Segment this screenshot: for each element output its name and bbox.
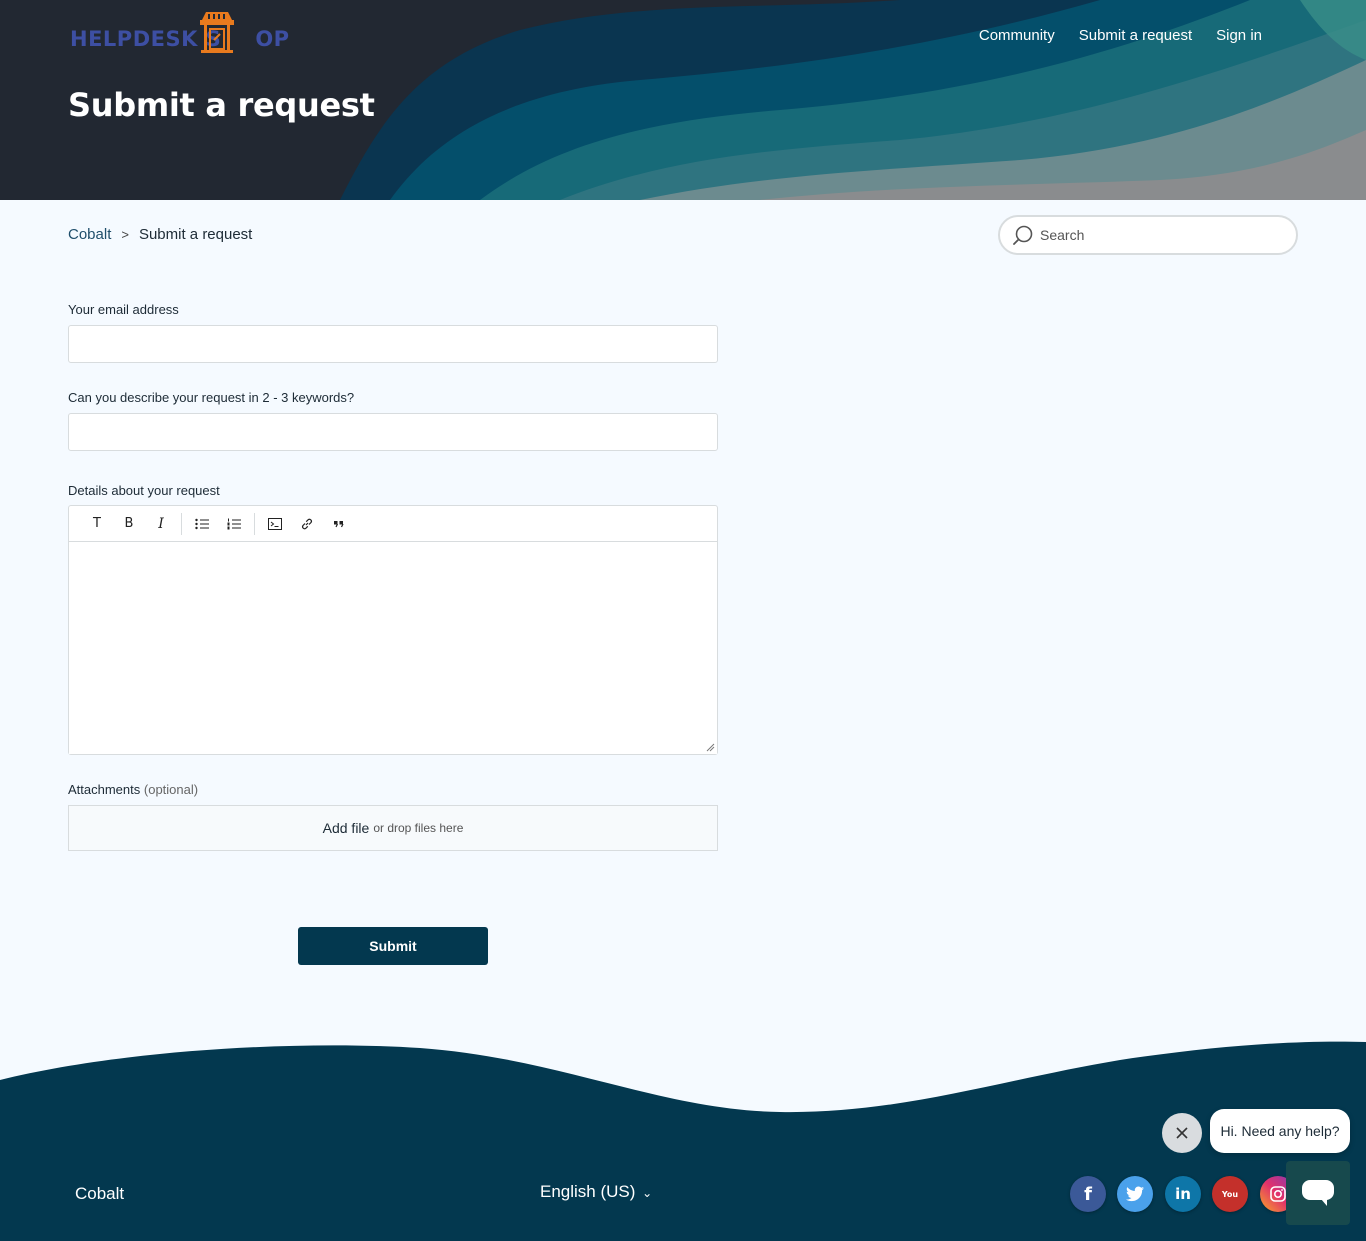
- keywords-label: Can you describe your request in 2 - 3 k…: [68, 390, 355, 405]
- breadcrumb-root[interactable]: Cobalt: [68, 226, 111, 243]
- breadcrumb-current: Submit a request: [138, 226, 253, 243]
- search-input[interactable]: [1040, 227, 1280, 243]
- shop-icon: [200, 12, 234, 53]
- italic-button[interactable]: I: [145, 510, 177, 538]
- bullet-list-button[interactable]: [186, 510, 218, 538]
- helpdesk-shop-logo[interactable]: HELPDESK S OP: [70, 10, 290, 54]
- details-label: Details about your request: [68, 483, 220, 498]
- top-nav: Community Submit a request Sign in: [979, 27, 1262, 44]
- chevron-down-icon: ⌄: [642, 1186, 653, 1200]
- attachments-optional: (optional): [143, 782, 199, 797]
- nav-submit-request[interactable]: Submit a request: [1079, 27, 1192, 44]
- site-header: HELPDESK S OP Community Submit a request …: [0, 0, 1366, 200]
- youtube-icon: You: [1221, 1189, 1239, 1199]
- twitter-icon: [1126, 1186, 1144, 1202]
- facebook-link[interactable]: f: [1070, 1176, 1106, 1212]
- nav-sign-in[interactable]: Sign in: [1216, 27, 1262, 44]
- breadcrumb: Cobalt > Submit a request: [68, 226, 252, 243]
- code-block-icon: [268, 517, 282, 530]
- close-icon: [1176, 1127, 1188, 1139]
- details-editor: T B I: [68, 505, 718, 755]
- twitter-link[interactable]: [1117, 1176, 1153, 1212]
- chat-greeting-bubble[interactable]: Hi. Need any help?: [1210, 1109, 1350, 1153]
- email-label: Your email address: [68, 302, 179, 317]
- quote-icon: [334, 520, 344, 527]
- linkedin-icon: in: [1175, 1185, 1191, 1203]
- logo-text: HELPDESK S OP: [70, 27, 290, 51]
- facebook-icon: f: [1084, 1183, 1092, 1205]
- attachments-label-text: Attachments: [68, 782, 141, 797]
- submit-button[interactable]: Submit: [298, 927, 488, 965]
- numbered-list-icon: [227, 518, 241, 529]
- quote-button[interactable]: [323, 510, 355, 538]
- keywords-field[interactable]: [68, 413, 718, 451]
- text-style-button[interactable]: T: [81, 510, 113, 538]
- bold-button[interactable]: B: [113, 510, 145, 538]
- chat-close-button[interactable]: [1162, 1113, 1202, 1153]
- footer-brand[interactable]: Cobalt: [75, 1184, 124, 1204]
- link-button[interactable]: [291, 510, 323, 538]
- link-icon: [302, 518, 312, 529]
- search-box: [998, 215, 1298, 255]
- drop-files-hint: or drop files here: [373, 821, 464, 835]
- linkedin-link[interactable]: in: [1165, 1176, 1201, 1212]
- breadcrumb-separator: >: [121, 227, 129, 242]
- code-block-button[interactable]: [259, 510, 291, 538]
- youtube-link[interactable]: You: [1212, 1176, 1248, 1212]
- language-selector[interactable]: English (US) ⌄: [540, 1182, 652, 1202]
- numbered-list-button[interactable]: [218, 510, 250, 538]
- search-icon: [1013, 225, 1033, 245]
- chat-launcher-button[interactable]: [1286, 1161, 1350, 1225]
- page-title: Submit a request: [68, 86, 375, 124]
- email-field[interactable]: [68, 325, 718, 363]
- toolbar-divider: [254, 512, 255, 535]
- chat-icon: [1302, 1180, 1334, 1206]
- details-textarea[interactable]: [69, 542, 717, 754]
- footer-wave-background: [0, 1041, 1366, 1241]
- toolbar-divider: [181, 512, 182, 535]
- nav-community[interactable]: Community: [979, 27, 1055, 44]
- attachments-dropzone[interactable]: Add file or drop files here: [68, 805, 718, 851]
- instagram-icon: [1270, 1186, 1286, 1202]
- attachments-label: Attachments (optional): [68, 782, 198, 797]
- bullet-list-icon: [195, 518, 209, 529]
- resize-handle-icon[interactable]: [705, 742, 715, 752]
- language-label: English (US): [540, 1182, 636, 1201]
- editor-toolbar: T B I: [69, 506, 717, 542]
- add-file-link[interactable]: Add file: [323, 820, 370, 836]
